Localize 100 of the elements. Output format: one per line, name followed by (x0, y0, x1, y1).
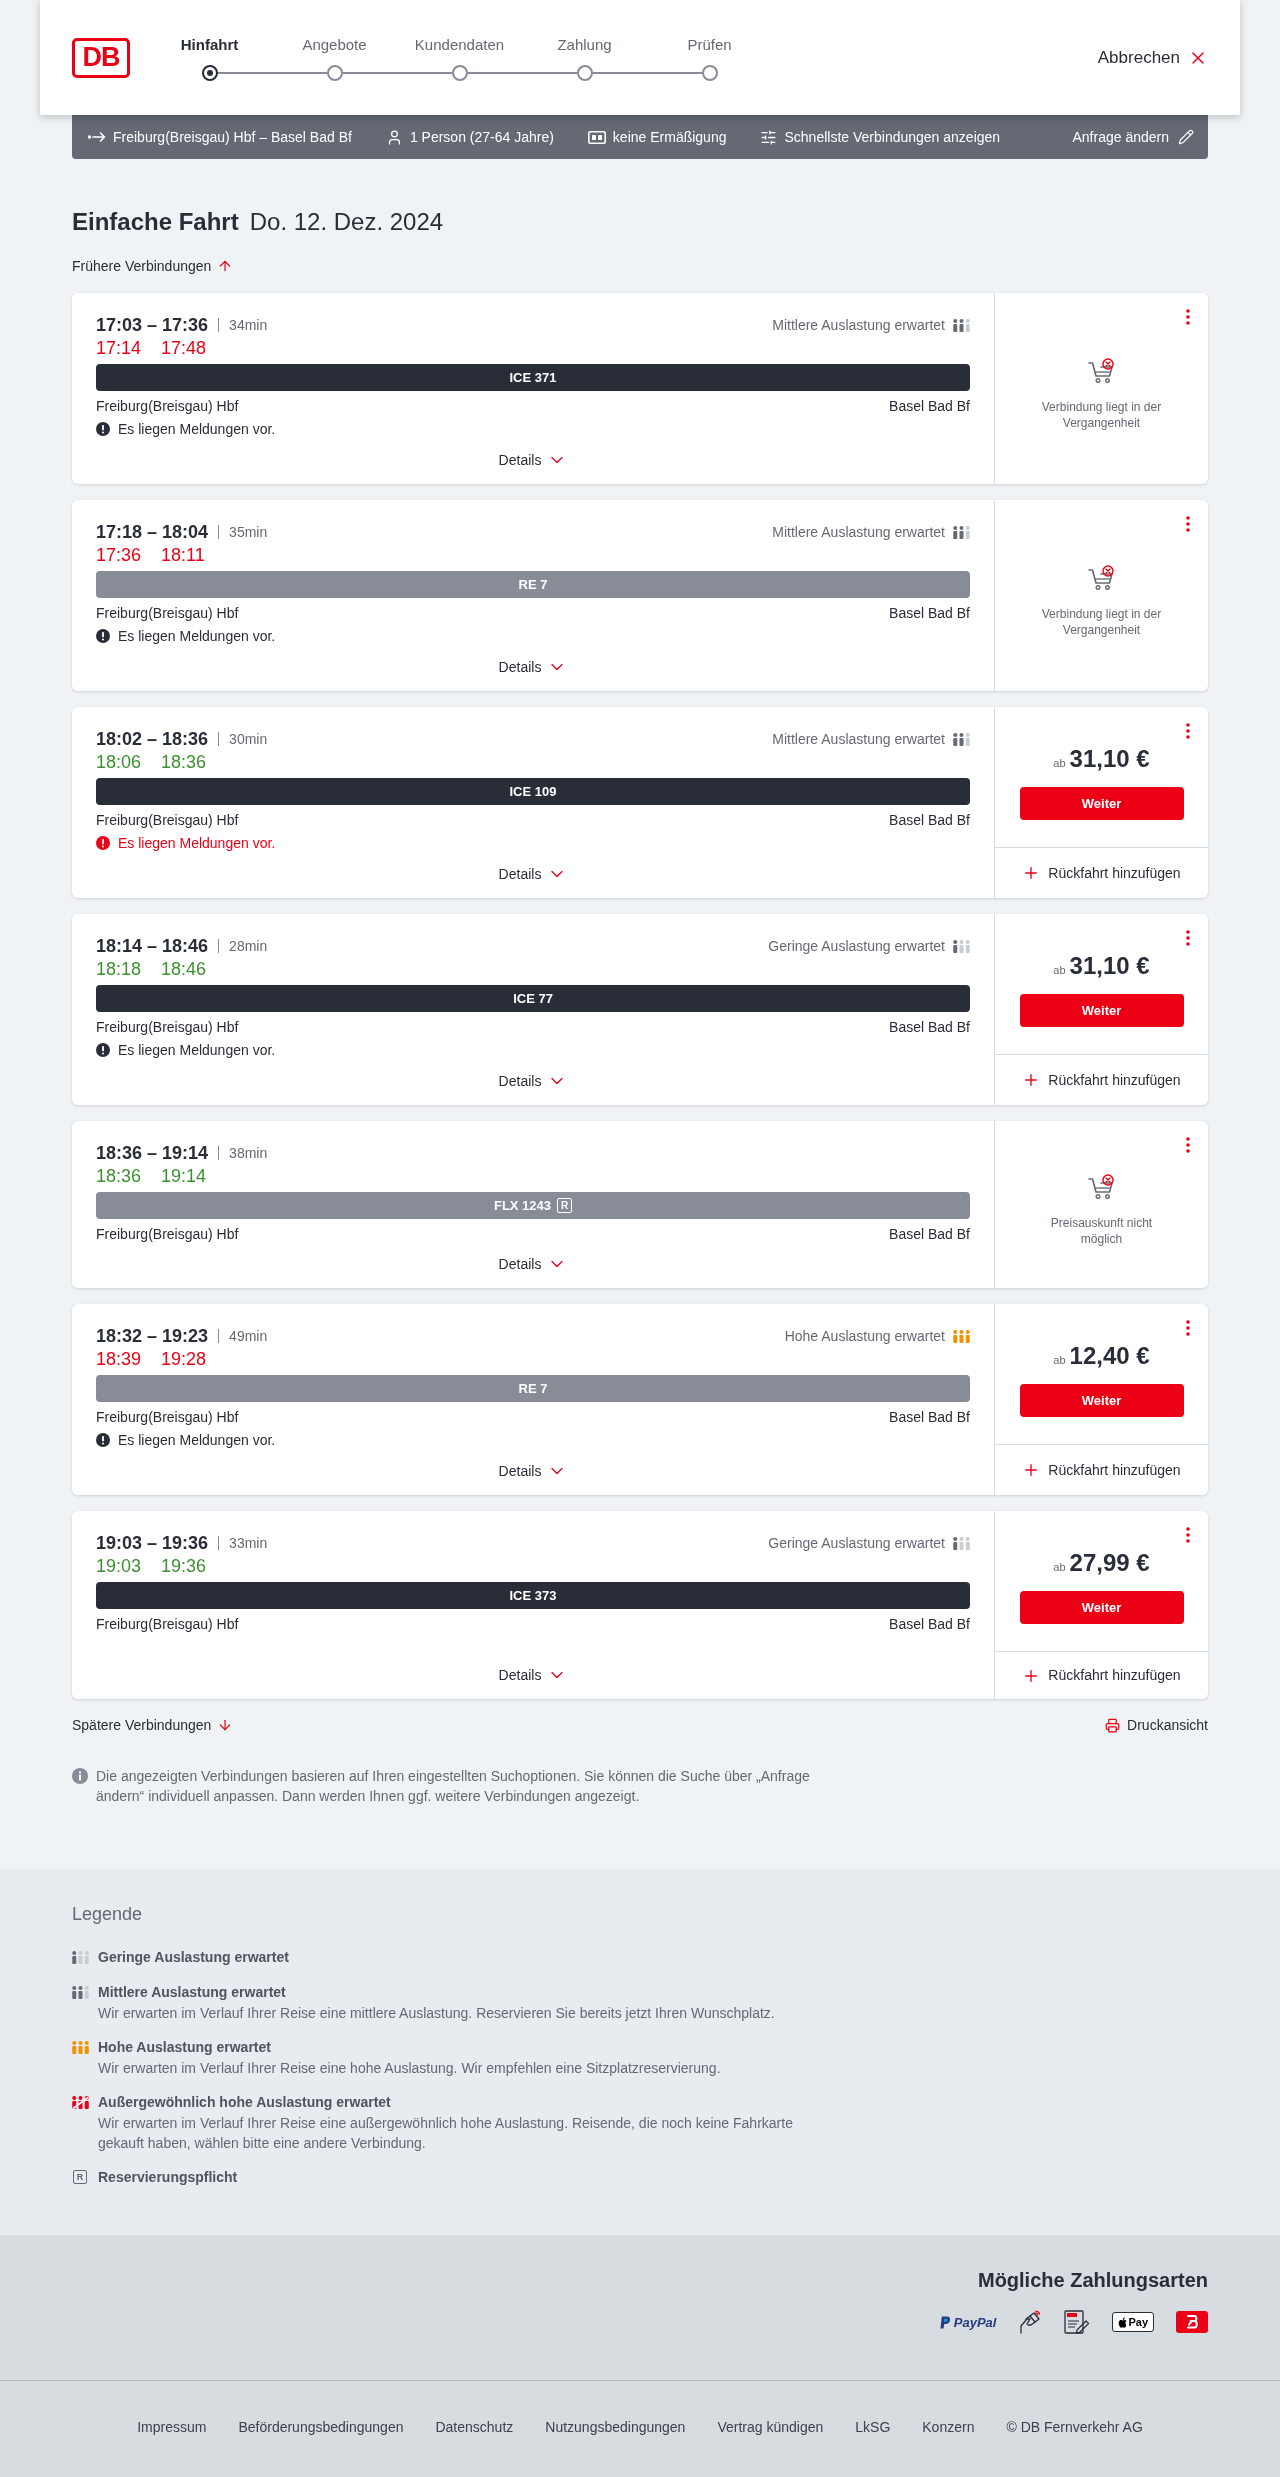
add-return-trip-button[interactable]: Rückfahrt hinzufügen (995, 1054, 1208, 1105)
footer-link[interactable]: Vertrag kündigen (717, 2416, 824, 2438)
departure-station: Freiburg(Breisgau) Hbf (96, 396, 239, 416)
realtime-arrival: 17:48 (161, 337, 207, 359)
footer-link[interactable]: Konzern (922, 2416, 975, 2438)
trip-type-title: Einfache Fahrt (72, 207, 239, 237)
legend-item-description: Wir erwarten im Verlauf Ihrer Reise eine hohe Auslastung. Wir empfehlen eine Sitzplatzreservierung. (98, 2059, 722, 2078)
train-name: ICE 371 (509, 371, 557, 384)
departure-station: Freiburg(Breisgau) Hbf (96, 1224, 239, 1244)
details-button[interactable]: Details (498, 1459, 568, 1483)
earlier-connections-link[interactable]: Frühere Verbindungen (72, 256, 234, 276)
train-bar[interactable]: ICE 373 (96, 1582, 970, 1609)
more-vertical-icon (1186, 309, 1190, 325)
travellers-text: 1 Person (27-64 Jahre) (409, 127, 554, 147)
occupancy-label: Mittlere Auslastung erwartet (772, 315, 945, 335)
price-prefix: ab (1053, 1560, 1066, 1575)
step-label: Angebote (302, 34, 367, 55)
footer-link[interactable]: Datenschutz (435, 2416, 514, 2438)
price-amount: 27,99 € (1069, 1548, 1150, 1578)
footer-link[interactable]: Nutzungsbedingungen (545, 2416, 686, 2438)
legend-item-title: Hohe Auslastung erwartet (98, 2037, 271, 2057)
message-text: Es liegen Meldungen vor. (118, 1040, 276, 1060)
message-text: Es liegen Meldungen vor. (118, 833, 276, 853)
footer-link[interactable]: LkSG (855, 2416, 891, 2438)
price-prefix: ab (1053, 756, 1066, 771)
more-options-button[interactable] (1186, 930, 1190, 946)
add-return-trip-button[interactable]: Rückfahrt hinzufügen (995, 1651, 1208, 1699)
cart-unavailable-icon (1087, 358, 1116, 384)
contactless-payment-icon (1018, 2310, 1043, 2334)
footer-link[interactable]: Beförderungsbedingungen (238, 2416, 404, 2438)
more-options-button[interactable] (1186, 723, 1190, 739)
message-text: Es liegen Meldungen vor. (118, 1430, 276, 1450)
more-options-button[interactable] (1186, 1527, 1190, 1543)
continue-button[interactable]: Weiter (1019, 787, 1184, 820)
details-button[interactable]: Details (498, 448, 568, 472)
train-name: ICE 109 (509, 785, 557, 798)
departure-station: Freiburg(Breisgau) Hbf (96, 1407, 239, 1427)
arrival-station: Basel Bad Bf (889, 1407, 970, 1427)
details-button[interactable]: Details (498, 862, 568, 886)
more-vertical-icon (1186, 930, 1190, 946)
departure-arrival-times: 18:32 – 19:23 (96, 1325, 209, 1348)
footer-link[interactable]: Impressum (137, 2416, 207, 2438)
more-vertical-icon (1186, 1527, 1190, 1543)
apple-pay-text: Pay (1128, 2316, 1148, 2328)
departure-station: Freiburg(Breisgau) Hbf (96, 1614, 239, 1634)
more-vertical-icon (1186, 1320, 1190, 1336)
realtime-departure: 18:06 (96, 751, 142, 773)
departure-station: Freiburg(Breisgau) Hbf (96, 1017, 239, 1037)
search-options-note: Die angezeigten Verbindungen basieren auf Ihren eingestellten Suchoptionen. Sie können die Suche über „Anfrage ändern“ individuell anpassen. Dann werden Ihnen ggf. weitere Verbindungen angezeigt. (96, 1767, 811, 1806)
departure-arrival-times: 17:18 – 18:04 (96, 521, 209, 544)
arrival-station: Basel Bad Bf (889, 1224, 970, 1244)
offer-status-text: Verbindung liegt in der Vergangenheit (1040, 606, 1163, 638)
step-label: Zahlung (557, 34, 612, 55)
print-view-link[interactable]: Druckansicht (1105, 1715, 1208, 1735)
duration-text: 49min (229, 1326, 268, 1346)
continue-button[interactable]: Weiter (1019, 1591, 1184, 1624)
details-button[interactable]: Details (498, 1252, 568, 1276)
continue-button[interactable]: Weiter (1019, 1384, 1184, 1417)
arrival-station: Basel Bad Bf (889, 603, 970, 623)
arrival-station: Basel Bad Bf (889, 1017, 970, 1037)
train-bar[interactable]: ICE 371 (96, 364, 970, 391)
train-bar[interactable]: ICE 77 (96, 985, 970, 1012)
realtime-departure: 19:03 (96, 1555, 142, 1577)
details-button[interactable]: Details (498, 655, 568, 679)
sepa-document-icon (1064, 2310, 1091, 2334)
details-button[interactable]: Details (498, 1663, 568, 1687)
info-icon (72, 1768, 88, 1784)
edit-request-button[interactable]: Anfrage ändern (1072, 126, 1194, 148)
price-prefix: ab (1053, 963, 1066, 978)
more-options-button[interactable] (1186, 1137, 1190, 1153)
cancel-button[interactable]: Abbrechen (1097, 44, 1208, 71)
legend-item-title: Reservierungspflicht (98, 2167, 238, 2187)
footer-link[interactable]: © DB Fernverkehr AG (1006, 2416, 1143, 2438)
realtime-arrival: 18:46 (161, 958, 207, 980)
realtime-departure: 17:14 (96, 337, 142, 359)
details-button[interactable]: Details (498, 1069, 568, 1093)
train-bar[interactable]: ICE 109 (96, 778, 970, 805)
message-text: Es liegen Meldungen vor. (118, 419, 276, 439)
train-name: RE 7 (518, 578, 548, 591)
realtime-arrival: 18:36 (161, 751, 207, 773)
cart-unavailable-icon (1087, 565, 1116, 591)
db-logo[interactable]: DB (72, 37, 130, 78)
add-return-trip-button[interactable]: Rückfahrt hinzufügen (995, 1444, 1208, 1495)
later-connections-link[interactable]: Spätere Verbindungen (72, 1715, 234, 1735)
realtime-arrival: 19:36 (161, 1555, 207, 1577)
duration-text: 33min (229, 1533, 268, 1553)
continue-button[interactable]: Weiter (1019, 994, 1184, 1027)
duration-text: 30min (229, 729, 268, 749)
realtime-arrival: 19:14 (161, 1165, 207, 1187)
add-return-trip-button[interactable]: Rückfahrt hinzufügen (995, 847, 1208, 898)
more-options-button[interactable] (1186, 309, 1190, 325)
departure-arrival-times: 18:14 – 18:46 (96, 935, 209, 958)
more-options-button[interactable] (1186, 1320, 1190, 1336)
departure-station: Freiburg(Breisgau) Hbf (96, 810, 239, 830)
price-prefix: ab (1053, 1353, 1066, 1368)
offer-status-text: Verbindung liegt in der Vergangenheit (1040, 399, 1163, 431)
departure-arrival-times: 18:02 – 18:36 (96, 728, 209, 751)
offer-status-text: Preisauskunft nicht möglich (1049, 1215, 1154, 1247)
more-options-button[interactable] (1186, 516, 1190, 532)
paypal-p-icon (939, 2315, 951, 2329)
